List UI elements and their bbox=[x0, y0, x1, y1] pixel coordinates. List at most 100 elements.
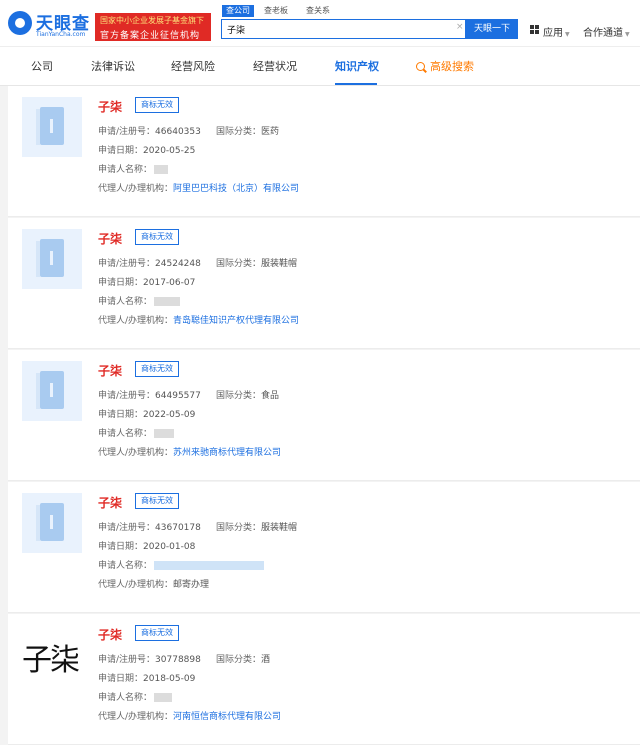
date-label: 申请日期： bbox=[98, 542, 144, 552]
clear-icon[interactable]: × bbox=[456, 22, 464, 32]
trademark-name[interactable]: 子柒 bbox=[98, 626, 122, 643]
agent-value[interactable]: 阿里巴巴科技（北京）有限公司 bbox=[173, 184, 299, 194]
date-label: 申请日期： bbox=[98, 278, 144, 288]
logo-eye-icon bbox=[8, 11, 32, 35]
applicant-row: 申请人名称： bbox=[98, 690, 173, 703]
agent-value[interactable]: 河南恒信商标代理有限公司 bbox=[173, 712, 281, 722]
status-badge: 商标无效 bbox=[135, 493, 179, 509]
trademark-image[interactable] bbox=[22, 97, 82, 157]
reg-no-value: 46640353 bbox=[155, 127, 201, 137]
class-label: 国际分类： bbox=[216, 523, 262, 533]
reg-no-value: 43670178 bbox=[155, 523, 201, 533]
trademark-card[interactable]: 子柒 商标无效 申请/注册号：24524248 国际分类：服装鞋帽 申请日期：2… bbox=[8, 218, 640, 349]
nav-tab-company[interactable]: 公司 bbox=[31, 58, 53, 74]
promo-banner[interactable]: 国家中小企业发展子基金旗下 官方备案企业征信机构 bbox=[95, 13, 211, 41]
class-label: 国际分类： bbox=[216, 655, 262, 665]
class-label: 国际分类： bbox=[216, 127, 262, 137]
reg-no-label: 申请/注册号： bbox=[98, 127, 156, 137]
class-row: 国际分类：服装鞋帽 bbox=[216, 520, 297, 533]
reg-no-label: 申请/注册号： bbox=[98, 523, 156, 533]
cooperation-label: 合作通道 bbox=[583, 28, 623, 39]
trademark-card[interactable]: 子柒 子柒 商标无效 申请/注册号：30778898 国际分类：酒 申请日期：2… bbox=[8, 614, 640, 745]
applicant-label: 申请人名称： bbox=[98, 561, 153, 571]
agent-label: 代理人/办理机构： bbox=[98, 580, 174, 590]
class-row: 国际分类：酒 bbox=[216, 652, 270, 665]
trademark-name[interactable]: 子柒 bbox=[98, 98, 122, 115]
agent-label: 代理人/办理机构： bbox=[98, 316, 174, 326]
redacted-block bbox=[154, 165, 169, 174]
applicant-label: 申请人名称： bbox=[98, 429, 153, 439]
status-badge: 商标无效 bbox=[135, 361, 179, 377]
reg-no-row: 申请/注册号：64495577 bbox=[98, 388, 201, 401]
applicant-row: 申请人名称： bbox=[98, 558, 265, 571]
agent-row: 代理人/办理机构：苏州来驰商标代理有限公司 bbox=[98, 445, 281, 458]
date-row: 申请日期：2018-05-09 bbox=[98, 671, 195, 684]
reg-no-value: 30778898 bbox=[155, 655, 201, 665]
tianyancha-logo[interactable]: 天眼查 TianYanCha.com bbox=[8, 9, 92, 39]
reg-no-row: 申请/注册号：24524248 bbox=[98, 256, 201, 269]
nav-tab-risk[interactable]: 经营风险 bbox=[171, 58, 215, 74]
reg-no-value: 24524248 bbox=[155, 259, 201, 269]
trademark-name[interactable]: 子柒 bbox=[98, 362, 122, 379]
agent-value: 邮寄办理 bbox=[173, 580, 210, 590]
trademark-image[interactable] bbox=[22, 361, 82, 421]
trademark-name[interactable]: 子柒 bbox=[98, 494, 122, 511]
nav-tab-operation[interactable]: 经营状况 bbox=[253, 58, 297, 74]
class-value: 食品 bbox=[261, 391, 280, 401]
trademark-card[interactable]: 子柒 商标无效 申请/注册号：64495577 国际分类：食品 申请日期：202… bbox=[8, 350, 640, 481]
applicant-row: 申请人名称： bbox=[98, 294, 181, 307]
trademark-image[interactable]: 子柒 bbox=[22, 628, 88, 694]
class-value: 服装鞋帽 bbox=[261, 523, 298, 533]
chevron-down-icon: ▼ bbox=[625, 31, 630, 38]
class-row: 国际分类：医药 bbox=[216, 124, 279, 137]
status-badge: 商标无效 bbox=[135, 97, 179, 113]
agent-row: 代理人/办理机构：河南恒信商标代理有限公司 bbox=[98, 709, 281, 722]
promo-line-1: 国家中小企业发展子基金旗下 bbox=[100, 16, 204, 25]
promo-line-2: 官方备案企业征信机构 bbox=[100, 31, 201, 41]
search-button[interactable]: 天眼一下 bbox=[466, 19, 518, 39]
trademark-card[interactable]: 子柒 商标无效 申请/注册号：43670178 国际分类：服装鞋帽 申请日期：2… bbox=[8, 482, 640, 613]
redacted-block bbox=[154, 297, 181, 306]
applicant-label: 申请人名称： bbox=[98, 297, 153, 307]
applicant-row: 申请人名称： bbox=[98, 162, 169, 175]
status-badge: 商标无效 bbox=[135, 229, 179, 245]
reg-no-row: 申请/注册号：46640353 bbox=[98, 124, 201, 137]
trademark-name[interactable]: 子柒 bbox=[98, 230, 122, 247]
date-label: 申请日期： bbox=[98, 410, 144, 420]
class-value: 酒 bbox=[261, 655, 271, 665]
nav-tab-ip[interactable]: 知识产权 bbox=[335, 58, 379, 74]
trademark-image[interactable] bbox=[22, 229, 82, 289]
book-icon bbox=[36, 371, 64, 409]
search-tab-relation[interactable]: 查关系 bbox=[302, 5, 334, 17]
advanced-search-link[interactable]: 高级搜索 bbox=[416, 58, 474, 74]
agent-row: 代理人/办理机构：阿里巴巴科技（北京）有限公司 bbox=[98, 181, 299, 194]
search-tab-company[interactable]: 查公司 bbox=[222, 5, 254, 17]
reg-no-row: 申请/注册号：43670178 bbox=[98, 520, 201, 533]
category-nav: 公司 法律诉讼 经营风险 经营状况 知识产权 高级搜索 bbox=[0, 46, 640, 86]
agent-label: 代理人/办理机构： bbox=[98, 448, 174, 458]
cooperation-menu[interactable]: 合作通道 ▼ bbox=[583, 24, 630, 39]
apps-label: 应用 bbox=[543, 28, 563, 39]
nav-tab-legal[interactable]: 法律诉讼 bbox=[91, 58, 135, 74]
grid-icon bbox=[530, 25, 539, 34]
class-label: 国际分类： bbox=[216, 391, 262, 401]
date-value: 2018-05-09 bbox=[143, 674, 196, 684]
reg-no-label: 申请/注册号： bbox=[98, 655, 156, 665]
search-input[interactable] bbox=[227, 22, 447, 36]
book-icon bbox=[36, 503, 64, 541]
search-tab-boss[interactable]: 查老板 bbox=[260, 5, 292, 17]
trademark-image[interactable] bbox=[22, 493, 82, 553]
trademark-card[interactable]: 子柒 商标无效 申请/注册号：46640353 国际分类：医药 申请日期：202… bbox=[8, 86, 640, 217]
date-value: 2017-06-07 bbox=[143, 278, 196, 288]
reg-no-row: 申请/注册号：30778898 bbox=[98, 652, 201, 665]
date-row: 申请日期：2017-06-07 bbox=[98, 275, 195, 288]
class-row: 国际分类：服装鞋帽 bbox=[216, 256, 297, 269]
date-label: 申请日期： bbox=[98, 146, 144, 156]
search-icon bbox=[416, 62, 425, 71]
agent-value[interactable]: 苏州来驰商标代理有限公司 bbox=[173, 448, 281, 458]
agent-value[interactable]: 青岛聪佳知识产权代理有限公司 bbox=[173, 316, 299, 326]
date-value: 2022-05-09 bbox=[143, 410, 196, 420]
top-header: 天眼查 TianYanCha.com 国家中小企业发展子基金旗下 官方备案企业征… bbox=[0, 0, 640, 46]
agent-label: 代理人/办理机构： bbox=[98, 712, 174, 722]
date-label: 申请日期： bbox=[98, 674, 144, 684]
